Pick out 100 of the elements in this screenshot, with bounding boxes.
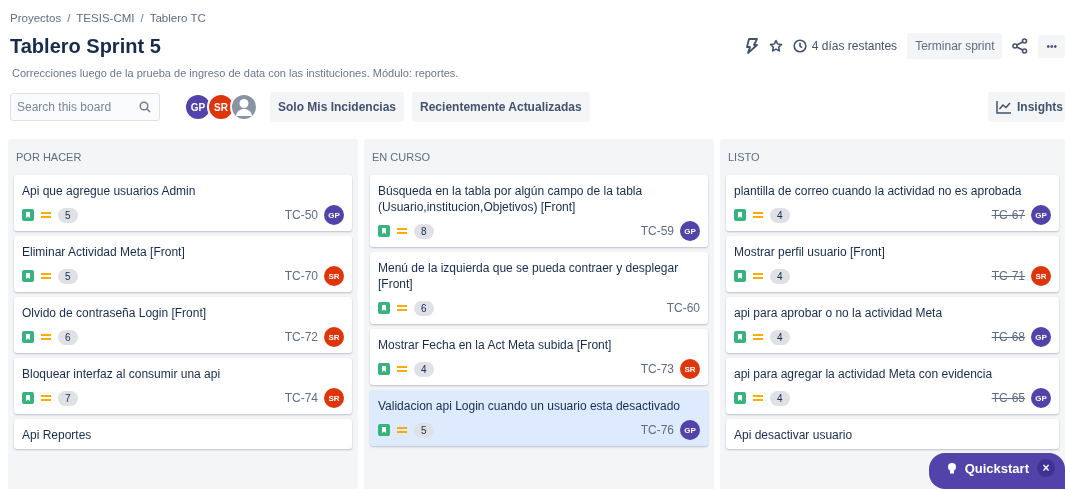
assignee-avatar: GP [680, 420, 700, 440]
board-title: Tablero Sprint 5 [10, 34, 161, 58]
issue-card[interactable]: plantilla de correo cuando la actividad no es aprobada 4 TC-67 GP [726, 175, 1059, 231]
issue-key[interactable]: TC-70 [284, 269, 318, 283]
story-points: 4 [770, 329, 790, 345]
issue-card[interactable]: Eliminar Actividad Meta [Front] 5 TC-70 SR [14, 236, 352, 292]
assignee-avatar: GP [1031, 327, 1051, 347]
lightbulb-icon [946, 462, 957, 474]
issue-title: Bloquear interfaz al consumir una api [22, 367, 221, 381]
complete-sprint-button[interactable]: Terminar sprint [907, 33, 1003, 59]
close-button[interactable]: × [1037, 459, 1055, 477]
breadcrumb-link[interactable]: Proyectos [10, 12, 62, 24]
search-field[interactable]: Search this board [10, 93, 160, 121]
issue-key[interactable]: TC-71 [991, 269, 1025, 283]
priority-icon [40, 331, 52, 343]
issue-card[interactable]: Validacion api Login cuando un usuario esta desactivado 5 TC-76 GP [370, 390, 708, 446]
assignee-avatar: GP [324, 205, 344, 225]
filter-button[interactable]: Recientemente Actualizadas [412, 92, 590, 122]
issue-key[interactable]: TC-50 [284, 208, 318, 222]
issue-card[interactable]: Bloquear interfaz al consumir una api 7 TC-74 SR [14, 358, 352, 414]
column-title: POR HACER [15, 150, 83, 165]
assignee-avatar: SR [324, 327, 344, 347]
priority-icon [752, 270, 764, 282]
story-icon [22, 270, 34, 282]
issue-key[interactable]: TC-73 [640, 362, 674, 376]
issue-card[interactable]: Api Reportes [14, 419, 352, 449]
story-points: 5 [58, 268, 78, 284]
issue-key[interactable]: TC-59 [640, 224, 674, 238]
issue-title: api para agregar la actividad Meta con evidencia [734, 367, 993, 381]
breadcrumb-separator: / [67, 12, 71, 24]
story-points: 8 [414, 223, 434, 239]
assignee-avatar: SR [324, 266, 344, 286]
issue-card[interactable]: Olvido de contraseña Login [Front] 6 TC-72 SR [14, 297, 352, 353]
user-avatar[interactable]: SR [207, 93, 235, 121]
story-points: 7 [58, 390, 78, 406]
board-description: Correcciones luego de la prueba de ingreso de data con las instituciones. Módulo: reportes. [12, 67, 460, 79]
issue-key[interactable]: TC-67 [991, 208, 1025, 222]
issue-card[interactable]: Api que agregue usuarios Admin 5 TC-50 GP [14, 175, 352, 231]
more-button[interactable]: ••• [1038, 34, 1065, 58]
quickstart-label: Quickstart [964, 460, 1029, 476]
issue-title: Validacion api Login cuando un usuario esta desactivado [378, 399, 680, 413]
chart-icon [996, 100, 1012, 114]
issue-title: Eliminar Actividad Meta [Front] [22, 245, 185, 259]
story-points: 5 [414, 422, 434, 438]
story-icon [734, 270, 746, 282]
assignee-avatar: SR [680, 359, 700, 379]
story-icon [378, 225, 390, 237]
story-icon [378, 424, 390, 436]
issue-title: Api Reportes [22, 428, 92, 442]
story-icon [378, 363, 390, 375]
user-avatar-icon[interactable] [230, 93, 258, 121]
priority-icon [40, 270, 52, 282]
issue-key[interactable]: TC-72 [284, 330, 318, 344]
issue-title: Api desactivar usuario [734, 428, 853, 442]
story-points: 4 [770, 207, 790, 223]
assignee-avatar: GP [1031, 205, 1051, 225]
breadcrumb-link[interactable]: TESIS-CMI [76, 12, 135, 24]
story-points: 4 [414, 361, 434, 377]
issue-card[interactable]: api para agregar la actividad Meta con evidencia 4 TC-65 GP [726, 358, 1059, 414]
story-points: 6 [58, 329, 78, 345]
issue-key[interactable]: TC-65 [991, 391, 1025, 405]
issue-card[interactable]: Búsqueda en la tabla por algún campo de la tabla (Usuario,institucion,Objetivos) [Front] 8 TC-59 GP [370, 175, 708, 247]
star-icon[interactable] [768, 39, 783, 53]
story-points: 6 [414, 300, 434, 316]
insights-button[interactable]: Insights [988, 92, 1065, 122]
breadcrumb-link[interactable]: Tablero TC [149, 12, 206, 24]
priority-icon [396, 225, 408, 237]
issue-key[interactable]: TC-68 [991, 330, 1025, 344]
issue-title: Búsqueda en la tabla por algún campo de la tabla (Usuario,institucion,Objetivos) [Front] [378, 184, 643, 214]
story-icon [734, 331, 746, 343]
breadcrumb-separator: / [140, 12, 144, 24]
issue-key[interactable]: TC-60 [666, 301, 700, 315]
issue-title: api para aprobar o no la actividad Meta [734, 306, 943, 320]
issue-key[interactable]: TC-76 [640, 423, 674, 437]
priority-icon [396, 363, 408, 375]
story-icon [734, 392, 746, 404]
column-title: LISTO [727, 150, 761, 165]
filter-button[interactable]: Solo Mis Incidencias [270, 92, 405, 122]
story-icon [378, 302, 390, 314]
story-points: 5 [58, 207, 78, 223]
issue-card[interactable]: Mostrar Fecha en la Act Meta subida [Front] 4 TC-73 SR [370, 329, 708, 385]
issue-card[interactable]: Api desactivar usuario [726, 419, 1059, 449]
issue-card[interactable]: Menú de la izquierda que se pueda contraer y desplegar [Front] 6 TC-60 [370, 252, 708, 324]
issue-title: Olvido de contraseña Login [Front] [22, 306, 207, 320]
issue-title: Api que agregue usuarios Admin [22, 184, 196, 198]
story-icon [22, 209, 34, 221]
share-icon[interactable] [1012, 38, 1029, 54]
issue-key[interactable]: TC-74 [284, 391, 318, 405]
issue-card[interactable]: Mostrar perfil usuario [Front] 4 TC-71 SR [726, 236, 1059, 292]
issue-title: Mostrar perfil usuario [Front] [734, 245, 885, 259]
quickstart-toast[interactable]: Quickstart × [928, 453, 1065, 489]
priority-icon [752, 392, 764, 404]
lightning-icon[interactable] [744, 38, 759, 54]
issue-card[interactable]: api para aprobar o no la actividad Meta 4 TC-68 GP [726, 297, 1059, 353]
story-icon [734, 209, 746, 221]
column-title: EN CURSO [371, 150, 432, 165]
issue-title: Menú de la izquierda que se pueda contraer y desplegar [Front] [378, 261, 679, 291]
issue-title: plantilla de correo cuando la actividad no es aprobada [734, 184, 1022, 198]
priority-icon [752, 331, 764, 343]
clock-icon [792, 39, 807, 53]
